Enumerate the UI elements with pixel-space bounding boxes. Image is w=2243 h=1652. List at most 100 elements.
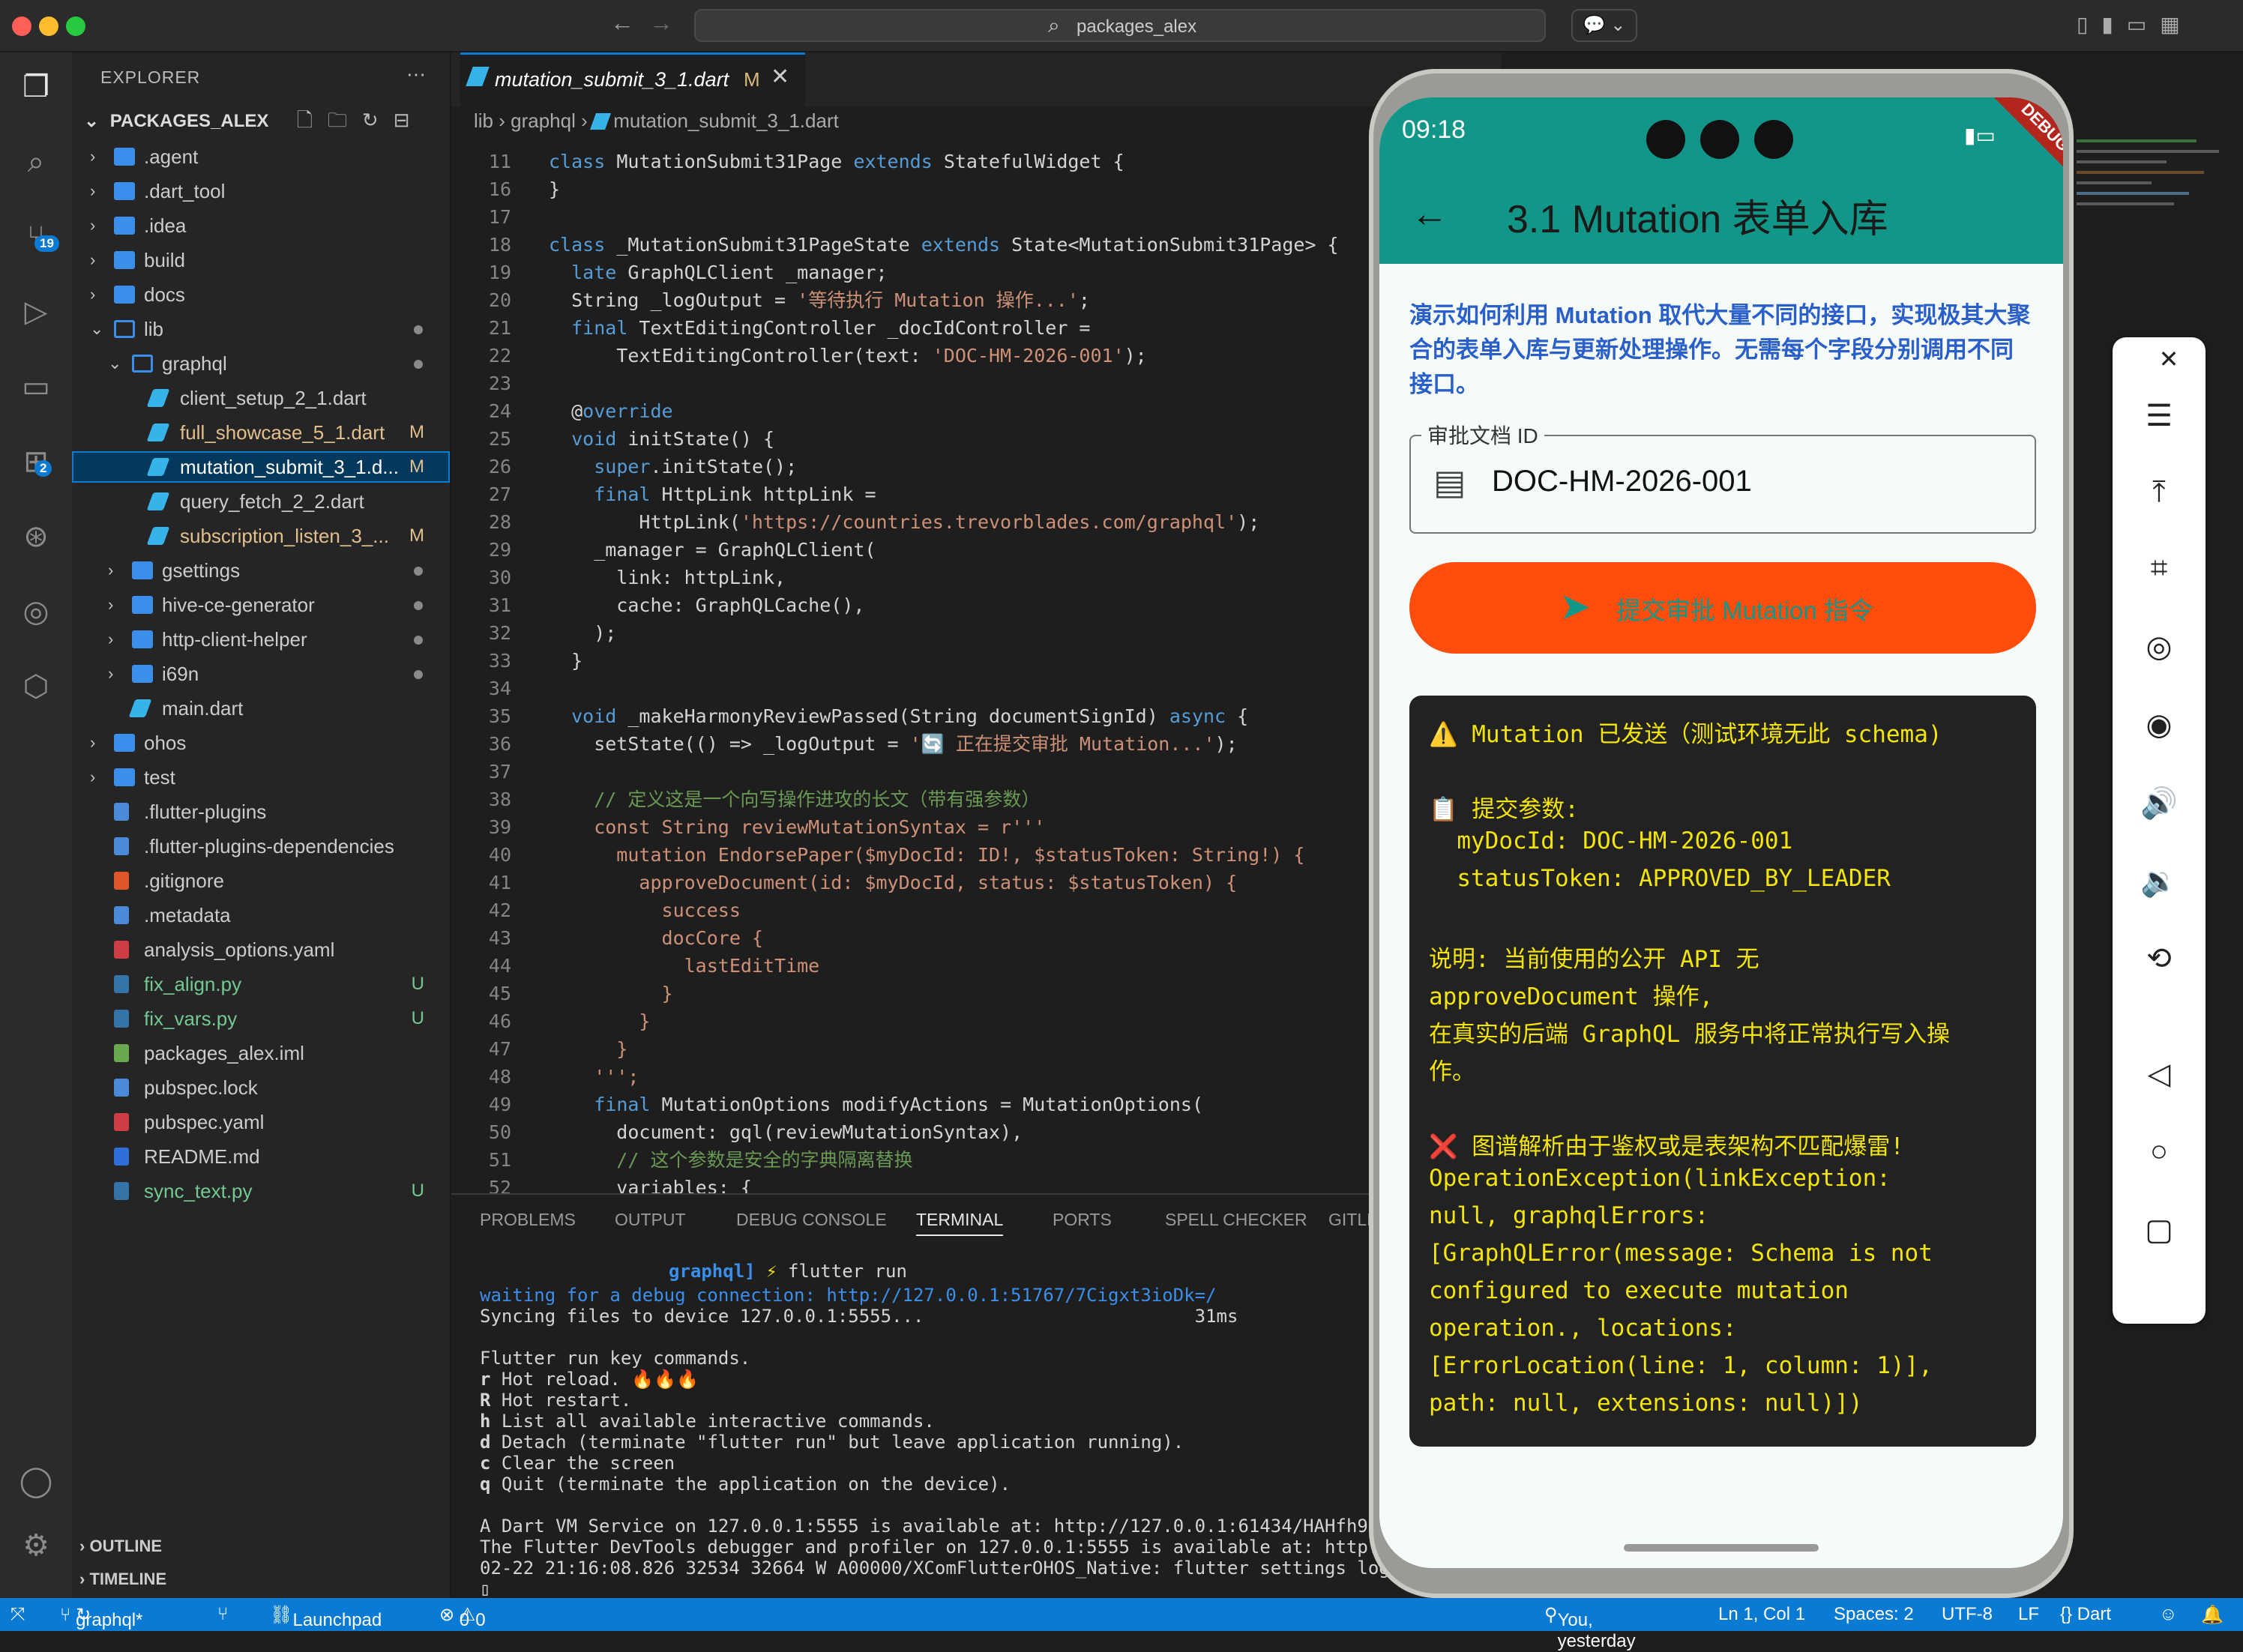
- code-line[interactable]: 45 }: [451, 980, 1501, 1007]
- tree-item[interactable]: › docs: [72, 279, 450, 310]
- tree-item[interactable]: › .agent: [72, 141, 450, 172]
- cursor-position[interactable]: Ln 1, Col 1: [1718, 1604, 1805, 1625]
- tree-item[interactable]: › test: [72, 762, 450, 793]
- command-center-search[interactable]: ⌕ packages_alex: [694, 9, 1546, 42]
- forward-arrow-icon[interactable]: →: [649, 9, 673, 37]
- outline-section[interactable]: › OUTLINE: [79, 1537, 162, 1556]
- doc-id-field[interactable]: 审批文档 ID ▤ DOC-HM-2026-001: [1409, 420, 2036, 534]
- code-line[interactable]: 48 ''';: [451, 1064, 1501, 1091]
- tab-mutation-submit[interactable]: mutation_submit_3_1.dart M ✕: [460, 52, 805, 106]
- maximize-window-button[interactable]: [66, 16, 85, 36]
- code-line[interactable]: 35 void _makeHarmonyReviewPassed(String …: [451, 703, 1501, 730]
- code-line[interactable]: 31 cache: GraphQLCache(),: [451, 592, 1501, 619]
- explorer-toolbar[interactable]: 🗋🗀↻⊟: [297, 106, 424, 139]
- tree-item[interactable]: README.md: [72, 1141, 450, 1172]
- encoding-status[interactable]: UTF-8: [1942, 1604, 1993, 1625]
- panel-tab-terminal[interactable]: TERMINAL: [916, 1210, 1004, 1236]
- container-icon[interactable]: ⬡: [16, 667, 55, 706]
- git-graph-icon[interactable]: ⊛: [16, 517, 55, 556]
- code-line[interactable]: 50 document: gql(reviewMutationSyntax),: [451, 1119, 1501, 1146]
- tree-item[interactable]: .flutter-plugins: [72, 796, 450, 827]
- tree-item[interactable]: › .idea: [72, 210, 450, 241]
- tree-item[interactable]: subscription_listen_3_... M: [72, 520, 450, 552]
- remote-icon[interactable]: ⤧: [10, 1604, 25, 1625]
- problems-status[interactable]: ⊗ 0 ⚠ 0: [439, 1604, 486, 1630]
- tree-item[interactable]: fix_align.py U: [72, 968, 450, 1000]
- volume-down-icon[interactable]: 🔉: [2113, 863, 2206, 899]
- code-line[interactable]: 51 // 这个参数是安全的字典隔离替换: [451, 1147, 1501, 1174]
- panel-tab-problems[interactable]: PROBLEMS: [480, 1210, 576, 1230]
- code-line[interactable]: 38 // 定义这是一个向写操作进攻的长文（带有强参数）: [451, 786, 1501, 813]
- back-arrow-icon[interactable]: ←: [610, 9, 634, 37]
- code-line[interactable]: 34: [451, 675, 1501, 702]
- copilot-chat-button[interactable]: 💬 ⌄: [1571, 9, 1637, 42]
- run-debug-icon[interactable]: ▷: [16, 292, 55, 331]
- nav-home-icon[interactable]: ○: [2113, 1135, 2206, 1169]
- panel-tab-spell-checker[interactable]: SPELL CHECKER: [1165, 1210, 1307, 1230]
- code-line[interactable]: 43 docCore {: [451, 925, 1501, 952]
- close-tab-icon[interactable]: ✕: [771, 64, 789, 90]
- tree-item[interactable]: › .dart_tool: [72, 175, 450, 207]
- code-line[interactable]: 27 final HttpLink httpLink =: [451, 481, 1501, 508]
- timeline-section[interactable]: › TIMELINE: [79, 1570, 166, 1589]
- code-line[interactable]: 41 approveDocument(id: $myDocId, status:…: [451, 869, 1501, 896]
- settings-gear-icon[interactable]: ⚙: [16, 1526, 55, 1565]
- code-line[interactable]: 19 late GraphQLClient _manager;: [451, 259, 1501, 286]
- code-line[interactable]: 44 lastEditTime: [451, 953, 1501, 980]
- tree-item[interactable]: › gsettings: [72, 555, 450, 586]
- tree-item[interactable]: pubspec.lock: [72, 1072, 450, 1103]
- notifications-icon[interactable]: 🔔: [2201, 1604, 2224, 1626]
- code-line[interactable]: 26 super.initState();: [451, 453, 1501, 480]
- code-line[interactable]: 29 _manager = GraphQLClient(: [451, 537, 1501, 564]
- rotate-icon[interactable]: ⟲: [2113, 941, 2206, 976]
- code-line[interactable]: 30 link: httpLink,: [451, 564, 1501, 591]
- account-icon[interactable]: ◯: [16, 1462, 55, 1501]
- panel-tab-ports[interactable]: PORTS: [1053, 1210, 1112, 1230]
- code-line[interactable]: 33 }: [451, 648, 1501, 675]
- layout-controls[interactable]: ▯▮▭▦: [2077, 12, 2194, 37]
- branch-status[interactable]: ⑂ graphql* ↻: [60, 1604, 142, 1630]
- tree-item[interactable]: .flutter-plugins-dependencies: [72, 830, 450, 862]
- tree-item[interactable]: ⌄ lib: [72, 313, 450, 345]
- volume-up-icon[interactable]: 🔊: [2113, 786, 2206, 821]
- tree-item[interactable]: full_showcase_5_1.dart M: [72, 417, 450, 448]
- tree-item[interactable]: › ohos: [72, 727, 450, 759]
- code-line[interactable]: 17: [451, 204, 1501, 231]
- code-line[interactable]: 23: [451, 370, 1501, 397]
- tree-item[interactable]: .gitignore: [72, 865, 450, 896]
- close-emulator-icon[interactable]: ✕: [2135, 345, 2203, 373]
- tree-item[interactable]: pubspec.yaml: [72, 1106, 450, 1138]
- tree-item[interactable]: › i69n: [72, 658, 450, 690]
- code-line[interactable]: 20 String _logOutput = '等待执行 Mutation 操作…: [451, 287, 1501, 314]
- panel-tab-debug-console[interactable]: DEBUG CONSOLE: [736, 1210, 887, 1230]
- pin-top-icon[interactable]: ⤒: [2113, 475, 2206, 509]
- code-line[interactable]: 16}: [451, 176, 1501, 203]
- tree-item[interactable]: .metadata: [72, 899, 450, 931]
- panel-tab-output[interactable]: OUTPUT: [615, 1210, 686, 1230]
- code-line[interactable]: 37: [451, 759, 1501, 786]
- nav-recents-icon[interactable]: ▢: [2113, 1213, 2206, 1247]
- launchpad-status[interactable]: ⛓ Launchpad: [270, 1604, 382, 1630]
- code-line[interactable]: 39 const String reviewMutationSyntax = r…: [451, 814, 1501, 841]
- code-line[interactable]: 49 final MutationOptions modifyActions =…: [451, 1091, 1501, 1118]
- crop-icon[interactable]: ⌗: [2113, 552, 2206, 585]
- code-line[interactable]: 42 success: [451, 897, 1501, 924]
- tree-item[interactable]: query_fetch_2_2.dart: [72, 486, 450, 517]
- tree-item[interactable]: mutation_submit_3_1.d... M: [72, 451, 450, 483]
- more-actions-icon[interactable]: ⋯: [406, 63, 426, 86]
- code-line[interactable]: 32 );: [451, 620, 1501, 647]
- code-line[interactable]: 21 final TextEditingController _docIdCon…: [451, 315, 1501, 342]
- search-icon[interactable]: ⌕: [16, 142, 55, 181]
- code-line[interactable]: 36 setState(() => _logOutput = '🔄 正在提交审批…: [451, 731, 1501, 758]
- tree-item[interactable]: client_setup_2_1.dart: [72, 382, 450, 414]
- minimap[interactable]: [2069, 135, 2234, 285]
- eol-status[interactable]: LF: [2018, 1604, 2039, 1625]
- remote-explorer-icon[interactable]: ▭: [16, 367, 55, 406]
- git-graph-status-icon[interactable]: ⑂: [217, 1604, 228, 1625]
- screenshot-icon[interactable]: ◎: [2113, 630, 2206, 664]
- code-line[interactable]: 18 class _MutationSubmit31PageState exten…: [451, 232, 1501, 259]
- tree-item[interactable]: ⌄ graphql: [72, 348, 450, 379]
- explorer-icon[interactable]: ❐: [16, 67, 55, 106]
- tree-item[interactable]: packages_alex.iml: [72, 1037, 450, 1069]
- copilot-icon[interactable]: ☺: [2159, 1604, 2178, 1625]
